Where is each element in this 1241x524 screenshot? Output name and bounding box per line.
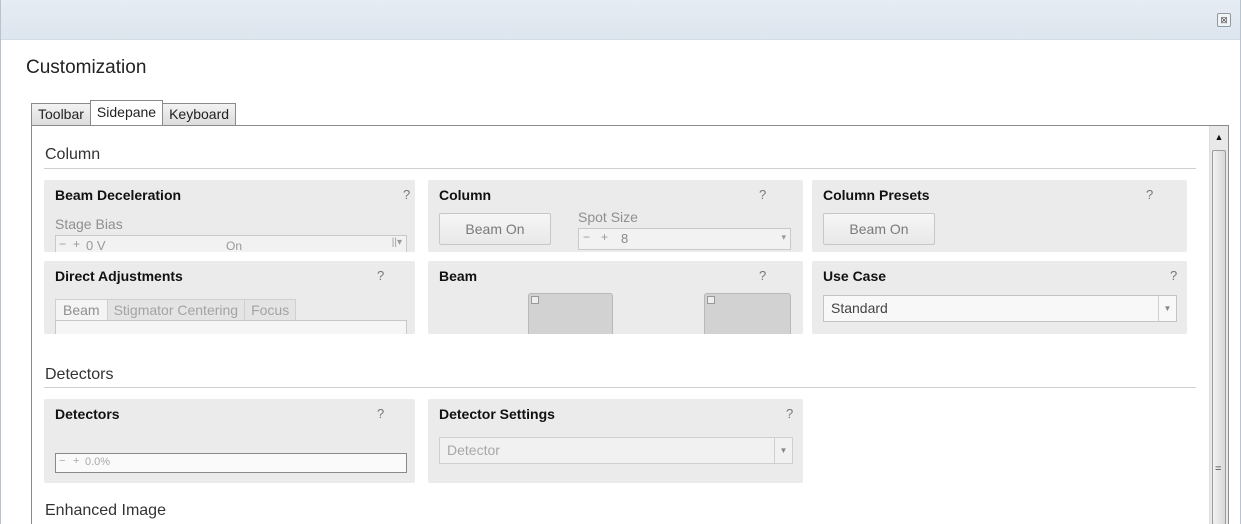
dialog-title: Customization: [26, 57, 147, 78]
scroll-up-arrow-icon[interactable]: ▲: [1211, 128, 1227, 146]
widget-title: Beam: [439, 268, 478, 284]
close-button[interactable]: ⊠: [1217, 13, 1231, 27]
tab-focus[interactable]: Focus: [245, 299, 297, 321]
title-bar: ⊠: [1, 0, 1240, 40]
sidepane-content: Column Beam Deceleration ? Stage Bias − …: [31, 125, 1229, 524]
widget-detector-settings[interactable]: Detector Settings ? Detector ▼: [428, 399, 803, 483]
detectors-field[interactable]: − + 0.0%: [55, 453, 407, 473]
detector-select[interactable]: Detector ▼: [439, 437, 793, 464]
minus-icon[interactable]: −: [59, 455, 65, 467]
pad-corner-handle: [531, 296, 539, 304]
plus-icon[interactable]: +: [73, 455, 79, 467]
plus-icon[interactable]: +: [601, 230, 608, 244]
section-divider: [44, 387, 1196, 388]
widget-title: Use Case: [823, 268, 887, 284]
tab-beam[interactable]: Beam: [55, 299, 108, 321]
spot-size-field[interactable]: − + 8 ▾: [578, 228, 791, 250]
widget-beam-deceleration[interactable]: Beam Deceleration ? Stage Bias − + 0 V O…: [44, 180, 415, 252]
widget-title: Direct Adjustments: [55, 268, 183, 284]
section-title-column: Column: [45, 146, 101, 163]
beam-on-button[interactable]: Beam On: [823, 213, 935, 245]
help-icon[interactable]: ?: [377, 268, 384, 283]
widget-detectors[interactable]: Detectors ? − + 0.0%: [44, 399, 415, 483]
widget-column-presets[interactable]: Column Presets ? Beam On: [812, 180, 1187, 252]
tab-sidepane[interactable]: Sidepane: [89, 100, 164, 125]
tab-keyboard[interactable]: Keyboard: [162, 103, 237, 125]
tab-strip: Toolbar Sidepane Keyboard: [31, 100, 237, 125]
widget-title: Column Presets: [823, 187, 930, 203]
scroll-thumb[interactable]: =: [1212, 150, 1226, 524]
widget-title: Column: [439, 187, 492, 203]
section-divider: [44, 168, 1196, 169]
widget-title: Detectors: [55, 406, 120, 422]
stage-bias-state: On: [226, 239, 243, 252]
help-icon[interactable]: ?: [377, 406, 384, 421]
widget-title: Beam Deceleration: [55, 187, 182, 203]
stage-bias-label: Stage Bias: [55, 216, 123, 232]
detectors-value: 0.0%: [85, 456, 111, 468]
stage-bias-field[interactable]: − + 0 V On ||▾: [55, 235, 407, 252]
tab-toolbar[interactable]: Toolbar: [31, 103, 91, 125]
toggle-handle-icon[interactable]: ||▾: [392, 237, 402, 248]
minus-icon[interactable]: −: [583, 230, 590, 244]
pad-corner-handle: [707, 296, 715, 304]
section-title-enhanced-image: Enhanced Image: [45, 502, 166, 519]
help-icon[interactable]: ?: [403, 187, 410, 202]
stage-bias-value: 0 V: [86, 238, 106, 252]
help-icon[interactable]: ?: [759, 268, 766, 283]
stigmator-pad[interactable]: [528, 293, 613, 334]
use-case-value: Standard: [831, 300, 888, 316]
direct-adjustments-tabs: Beam Stigmator Centering Focus: [55, 299, 297, 321]
beam-on-button[interactable]: Beam On: [439, 213, 551, 245]
widget-direct-adjustments[interactable]: Direct Adjustments ? Beam Stigmator Cent…: [44, 261, 415, 334]
widget-use-case[interactable]: Use Case ? Standard ▼: [812, 261, 1187, 334]
help-icon[interactable]: ?: [786, 406, 793, 421]
detector-placeholder: Detector: [447, 442, 500, 458]
use-case-select[interactable]: Standard ▼: [823, 295, 1177, 322]
minus-icon[interactable]: −: [59, 237, 66, 251]
section-title-detectors: Detectors: [45, 366, 114, 383]
help-icon[interactable]: ?: [1170, 268, 1177, 283]
help-icon[interactable]: ?: [1146, 187, 1153, 202]
spot-size-value: 8: [621, 231, 629, 246]
tab-stigmator-centering[interactable]: Stigmator Centering: [107, 299, 246, 321]
chevron-down-icon[interactable]: ▾: [781, 232, 786, 243]
grip-icon: =: [1215, 463, 1222, 475]
plus-icon[interactable]: +: [73, 237, 80, 251]
spot-size-label: Spot Size: [578, 209, 638, 225]
chevron-down-icon[interactable]: ▼: [774, 438, 792, 463]
chevron-down-icon[interactable]: ▼: [1158, 296, 1176, 321]
tab-panel: [55, 320, 407, 334]
widget-column[interactable]: Column ? Beam On Spot Size − + 8 ▾: [428, 180, 803, 252]
widget-beam[interactable]: Beam ?: [428, 261, 803, 334]
beam-shift-pad[interactable]: [704, 293, 791, 334]
vertical-scrollbar[interactable]: ▲ =: [1209, 126, 1228, 524]
widget-title: Detector Settings: [439, 406, 555, 422]
customization-window: ⊠ Customization Toolbar Sidepane Keyboar…: [0, 0, 1241, 524]
help-icon[interactable]: ?: [759, 187, 766, 202]
